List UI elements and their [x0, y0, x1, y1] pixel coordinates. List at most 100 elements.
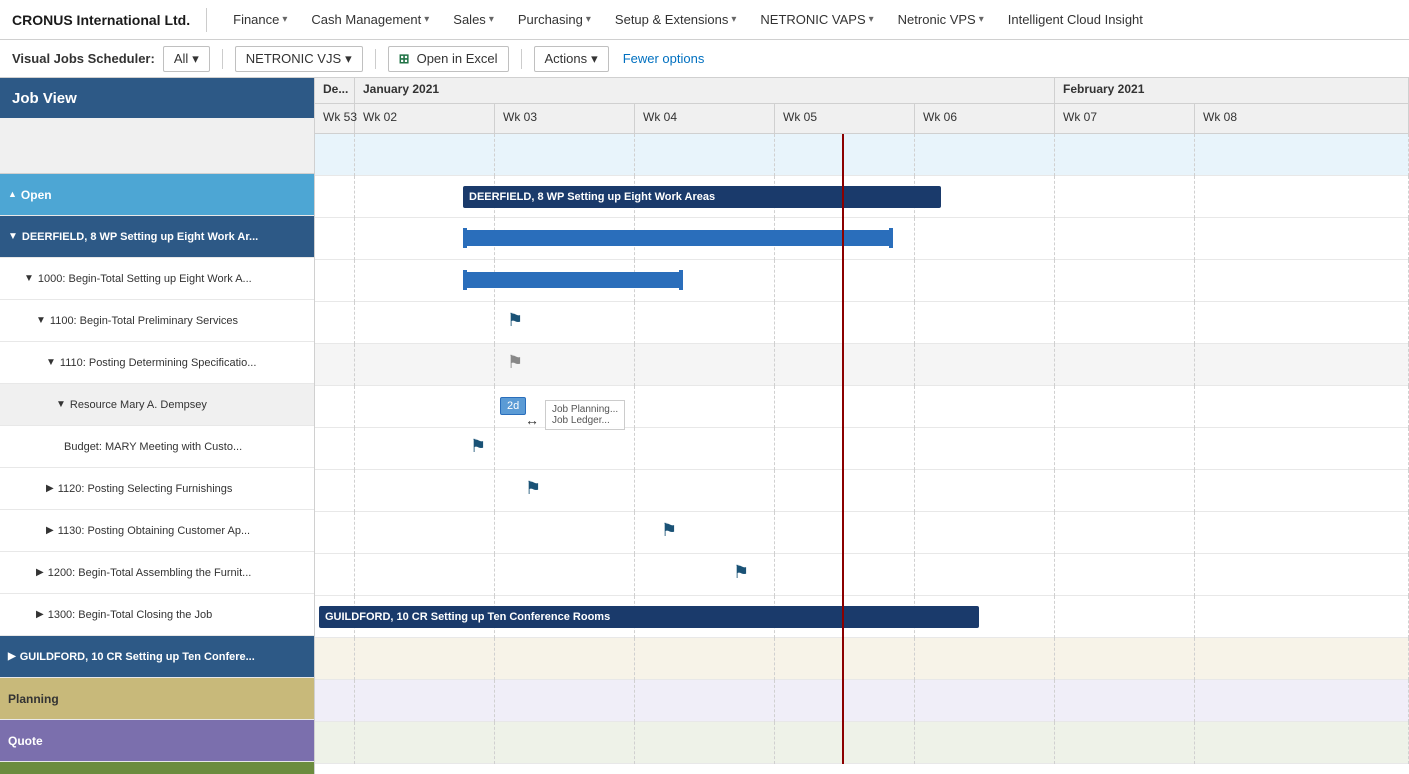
gantt-row-1300: ⚑: [315, 554, 1409, 596]
gantt-row-budget: 2d ↔ Job Planning... Job Ledger...: [315, 386, 1409, 428]
1100-bar[interactable]: [463, 272, 683, 288]
row-1110[interactable]: 1110: Posting Determining Specificatio..…: [0, 342, 314, 384]
flag-1120: ⚑: [470, 436, 486, 457]
gantt-body: DEERFIELD, 8 WP Setting up Eight Work Ar…: [315, 134, 1409, 774]
expand-icon: [8, 651, 16, 662]
chevron-down-icon: ▾: [424, 14, 429, 25]
flag-1130: ⚑: [525, 478, 541, 499]
gantt-row-planning: [315, 638, 1409, 680]
collapse-icon: [36, 315, 46, 326]
gantt-row-1100: [315, 260, 1409, 302]
chevron-down-icon: ▾: [345, 51, 352, 67]
collapse-icon: [46, 357, 56, 368]
month-jan: January 2021: [355, 78, 1055, 103]
job-view-header: Job View: [0, 78, 314, 118]
week-53: Wk 53: [315, 104, 355, 133]
row-1100[interactable]: 1100: Begin-Total Preliminary Services: [0, 300, 314, 342]
fewer-options-link[interactable]: Fewer options: [617, 47, 711, 70]
chevron-down-icon: ▾: [192, 51, 199, 67]
month-dec: De...: [315, 78, 355, 103]
flag-1200: ⚑: [661, 520, 677, 541]
gantt-row-deerfield: DEERFIELD, 8 WP Setting up Eight Work Ar…: [315, 176, 1409, 218]
row-open[interactable]: Open: [0, 174, 314, 216]
job-popup: Job Planning... Job Ledger...: [545, 400, 625, 430]
collapse-icon: [8, 231, 18, 242]
gantt-row-1130: ⚑: [315, 470, 1409, 512]
nav-divider: [206, 8, 207, 32]
chevron-down-icon: ▾: [586, 14, 591, 25]
gantt-row-1000: [315, 218, 1409, 260]
row-deerfield[interactable]: DEERFIELD, 8 WP Setting up Eight Work Ar…: [0, 216, 314, 258]
gantt-row-1110: ⚑: [315, 302, 1409, 344]
row-1120[interactable]: 1120: Posting Selecting Furnishings: [0, 468, 314, 510]
guildford-bar[interactable]: GUILDFORD, 10 CR Setting up Ten Conferen…: [319, 606, 979, 628]
deerfield-bar[interactable]: DEERFIELD, 8 WP Setting up Eight Work Ar…: [463, 186, 941, 208]
row-1200[interactable]: 1200: Begin-Total Assembling the Furnit.…: [0, 552, 314, 594]
expand-icon: [46, 483, 54, 494]
row-planning[interactable]: Planning: [0, 678, 314, 720]
main-container: Job View Open DEERFIELD, 8 WP Setting up…: [0, 78, 1409, 774]
gantt-rows: DEERFIELD, 8 WP Setting up Eight Work Ar…: [315, 134, 1409, 764]
all-button[interactable]: All ▾: [163, 46, 210, 72]
collapse-icon: [56, 399, 66, 410]
row-completed[interactable]: Completed: [0, 762, 314, 774]
row-resource-mary[interactable]: Resource Mary A. Dempsey: [0, 384, 314, 426]
budget-item[interactable]: 2d: [500, 397, 526, 415]
nav-items: Finance ▾ Cash Management ▾ Sales ▾ Purc…: [223, 4, 1153, 35]
collapse-icon: [24, 273, 34, 284]
chevron-down-icon: ▾: [282, 14, 287, 25]
chevron-down-icon: ▾: [731, 14, 736, 25]
week-06: Wk 06: [915, 104, 1055, 133]
nav-cash-management[interactable]: Cash Management ▾: [301, 4, 439, 35]
1000-bar[interactable]: [463, 230, 893, 246]
flag-resource: ⚑: [507, 352, 523, 373]
row-guildford[interactable]: GUILDFORD, 10 CR Setting up Ten Confere.…: [0, 636, 314, 678]
netronic-vjs-button[interactable]: NETRONIC VJS ▾: [235, 46, 363, 72]
left-panel: Job View Open DEERFIELD, 8 WP Setting up…: [0, 78, 315, 774]
top-navigation: CRONUS International Ltd. Finance ▾ Cash…: [0, 0, 1409, 40]
toolbar-separator-2: [375, 49, 376, 69]
excel-icon: ⊞: [399, 51, 410, 67]
flag-1300: ⚑: [733, 562, 749, 583]
nav-sales[interactable]: Sales ▾: [443, 4, 504, 35]
gantt-row-1120: ⚑: [315, 428, 1409, 470]
gantt-row-completed: [315, 722, 1409, 764]
toolbar-page-label: Visual Jobs Scheduler:: [12, 51, 155, 66]
gantt-row-guildford: GUILDFORD, 10 CR Setting up Ten Conferen…: [315, 596, 1409, 638]
expand-icon: [36, 609, 44, 620]
week-03: Wk 03: [495, 104, 635, 133]
gantt-row-quote: [315, 680, 1409, 722]
toolbar: Visual Jobs Scheduler: All ▾ NETRONIC VJ…: [0, 40, 1409, 78]
gantt-row-resource-mary: ⚑: [315, 344, 1409, 386]
row-1000[interactable]: 1000: Begin-Total Setting up Eight Work …: [0, 258, 314, 300]
open-excel-button[interactable]: ⊞ Open in Excel: [388, 46, 509, 72]
nav-finance[interactable]: Finance ▾: [223, 4, 297, 35]
nav-setup-extensions[interactable]: Setup & Extensions ▾: [605, 4, 747, 35]
week-04: Wk 04: [635, 104, 775, 133]
nav-netronic-vps[interactable]: Netronic VPS ▾: [888, 4, 994, 35]
gantt-header: De... January 2021 February 2021 Wk 53 W…: [315, 78, 1409, 134]
row-1300[interactable]: 1300: Begin-Total Closing the Job: [0, 594, 314, 636]
collapse-icon: [8, 189, 17, 200]
week-header-spacer: [0, 118, 314, 174]
nav-netronic-vaps[interactable]: NETRONIC VAPS ▾: [750, 4, 883, 35]
row-1130[interactable]: 1130: Posting Obtaining Customer Ap...: [0, 510, 314, 552]
company-name: CRONUS International Ltd.: [12, 12, 190, 28]
nav-intelligent-cloud[interactable]: Intelligent Cloud Insight: [998, 4, 1153, 35]
nav-purchasing[interactable]: Purchasing ▾: [508, 4, 601, 35]
row-budget-mary[interactable]: Budget: MARY Meeting with Custo...: [0, 426, 314, 468]
toolbar-separator: [222, 49, 223, 69]
expand-icon: [46, 525, 54, 536]
week-02: Wk 02: [355, 104, 495, 133]
chevron-down-icon: ▾: [979, 14, 984, 25]
expand-icon: [36, 567, 44, 578]
actions-button[interactable]: Actions ▾: [534, 46, 609, 72]
row-quote[interactable]: Quote: [0, 720, 314, 762]
gantt-row-1200: ⚑: [315, 512, 1409, 554]
today-line: [842, 134, 844, 764]
month-feb: February 2021: [1055, 78, 1409, 103]
flag-1110: ⚑: [507, 310, 523, 331]
week-05: Wk 05: [775, 104, 915, 133]
week-07: Wk 07: [1055, 104, 1195, 133]
toolbar-separator-3: [521, 49, 522, 69]
